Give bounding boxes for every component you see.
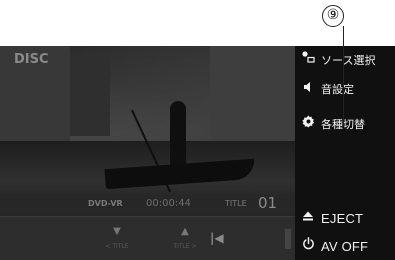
title-up-label: TITLE > [173, 243, 197, 250]
title-down-label: < TITLE [105, 243, 129, 250]
disc-format: DVD-VR [88, 199, 123, 208]
eject-button[interactable]: EJECT [295, 208, 395, 230]
title-down-button[interactable]: ▼ < TITLE [92, 217, 142, 260]
control-bar: ▼ < TITLE ▲ TITLE > |◀ [0, 216, 295, 260]
menu-sound-settings[interactable]: 音設定 [295, 79, 395, 101]
playback-status-bar: DVD-VR 00:00:44 TITLE 01 [0, 194, 295, 216]
speaker-icon [299, 79, 317, 101]
title-label: TITLE [225, 199, 247, 208]
callout-number: ⑨ [322, 5, 344, 27]
skip-back-button[interactable]: |◀ [210, 231, 224, 245]
up-arrow-icon: ▲ [181, 226, 189, 237]
side-menu-panel: ソース選択 音設定 各種切替 EJECT AV OFF [295, 46, 395, 260]
title-up-button[interactable]: ▲ TITLE > [160, 217, 210, 260]
callout-line [343, 26, 344, 126]
eject-icon [299, 208, 317, 230]
head-unit-screen: DISC DVD-VR 00:00:44 TITLE 01 ▼ < TITLE … [0, 46, 395, 260]
menu-settings-switch[interactable]: 各種切替 [295, 114, 395, 136]
power-icon [299, 236, 317, 258]
menu-source-select[interactable]: ソース選択 [295, 50, 395, 72]
playback-time: 00:00:44 [146, 198, 191, 209]
av-off-button[interactable]: AV OFF [295, 236, 395, 258]
gear-icon [299, 114, 317, 136]
source-label: DISC [14, 52, 49, 67]
menu-source-select-label: ソース選択 [321, 54, 376, 67]
menu-sound-settings-label: 音設定 [321, 83, 354, 96]
av-off-label: AV OFF [321, 239, 369, 254]
eject-label: EJECT [321, 211, 364, 226]
source-select-icon [299, 50, 317, 72]
down-arrow-icon: ▼ [113, 226, 121, 237]
title-number: 01 [258, 194, 278, 212]
control-divider [285, 229, 291, 249]
